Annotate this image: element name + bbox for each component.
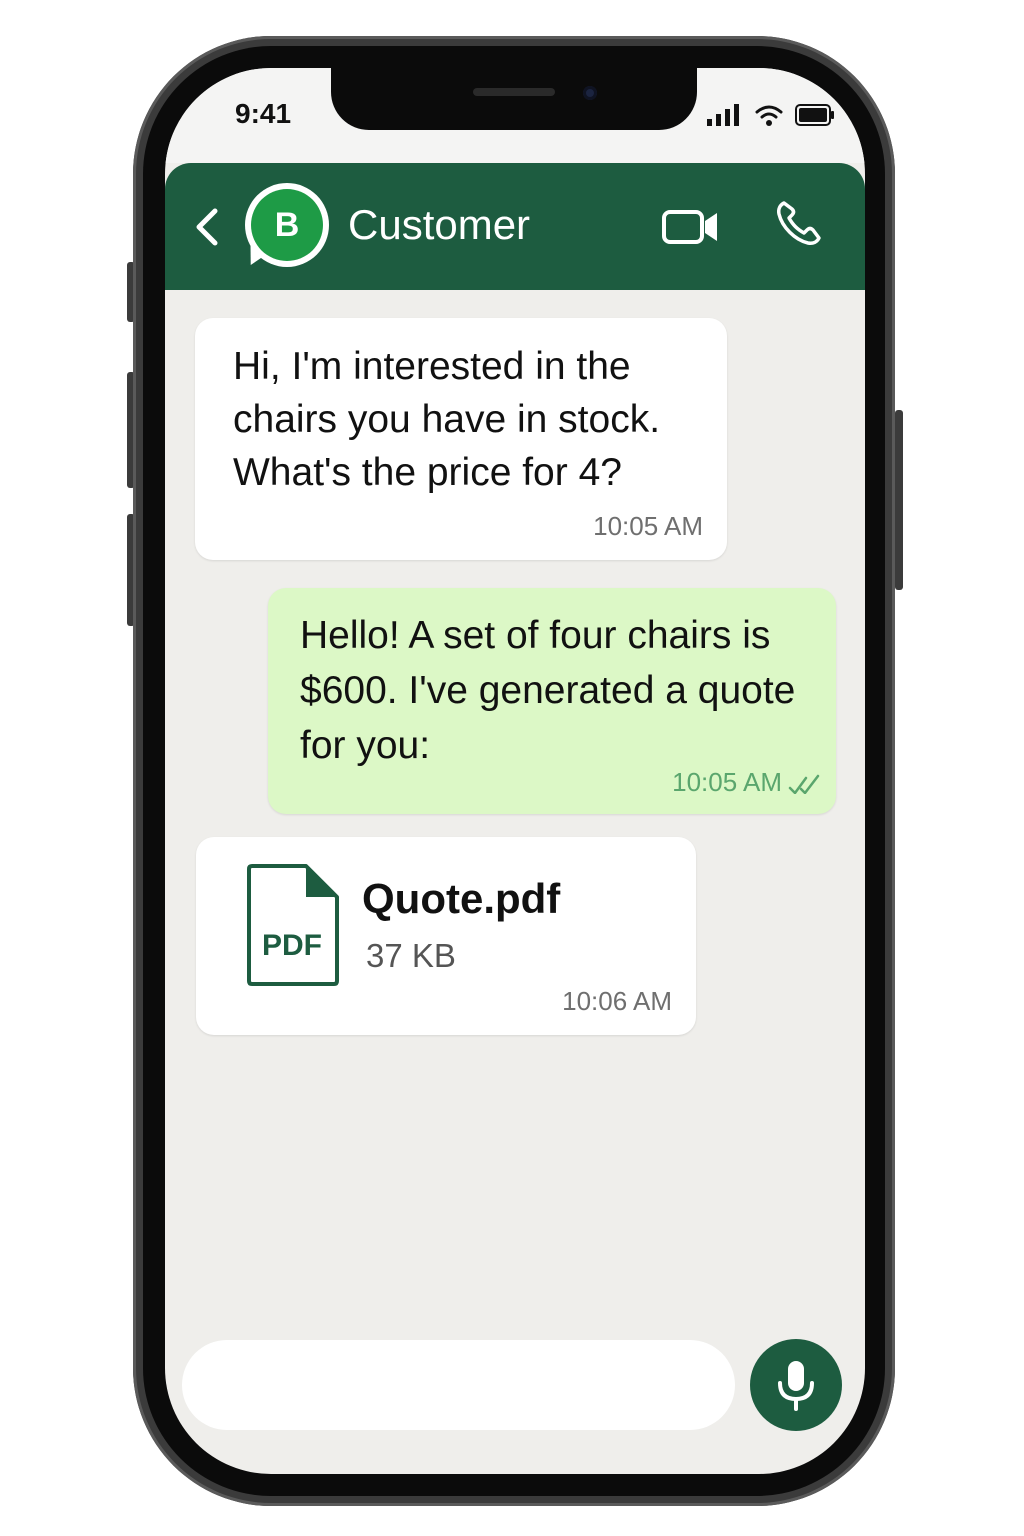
message-time: 10:06 AM <box>562 986 672 1016</box>
contact-name[interactable]: Customer <box>348 201 530 249</box>
phone-screen: 9:41 B Customer Hi, I'm interested in th… <box>165 68 865 1474</box>
video-call-icon[interactable] <box>661 207 721 247</box>
status-bar: 9:41 <box>165 68 865 163</box>
pdf-icon-label: PDF <box>262 929 322 962</box>
voice-message-button[interactable] <box>750 1339 842 1431</box>
message-bubble-incoming[interactable]: Hi, I'm interested in the chairs you hav… <box>195 318 727 560</box>
avatar[interactable]: B <box>241 183 329 271</box>
message-time: 10:05 AM <box>593 511 703 541</box>
pdf-file-icon <box>247 864 339 986</box>
status-icons <box>707 104 835 126</box>
message-time: 10:05 AM <box>672 767 782 797</box>
notch <box>331 68 697 130</box>
wifi-icon <box>755 105 783 126</box>
chevron-left-icon[interactable] <box>189 205 225 249</box>
file-size: 37 KB <box>366 937 456 974</box>
file-name[interactable]: Quote.pdf <box>362 875 560 923</box>
chat-header: B Customer <box>165 163 865 290</box>
power-button <box>895 410 903 590</box>
file-message-bubble[interactable]: PDF Quote.pdf 37 KB 10:06 AM <box>196 837 696 1035</box>
message-text: Hello! A set of four chairs is $600. I'v… <box>300 614 796 767</box>
message-text: Hi, I'm interested in the chairs you hav… <box>233 345 661 494</box>
microphone-icon <box>778 1361 814 1411</box>
message-bubble-outgoing[interactable]: Hello! A set of four chairs is $600. I'v… <box>268 588 836 814</box>
double-check-icon <box>788 774 820 794</box>
avatar-logo: B <box>251 189 323 261</box>
status-time: 9:41 <box>235 98 292 129</box>
phone-icon[interactable] <box>775 199 823 247</box>
signal-icon <box>707 104 739 126</box>
message-input[interactable] <box>182 1340 735 1430</box>
avatar-letter: B <box>274 205 300 244</box>
battery-icon <box>795 104 834 126</box>
front-camera <box>583 86 597 100</box>
earpiece-speaker <box>473 88 555 96</box>
